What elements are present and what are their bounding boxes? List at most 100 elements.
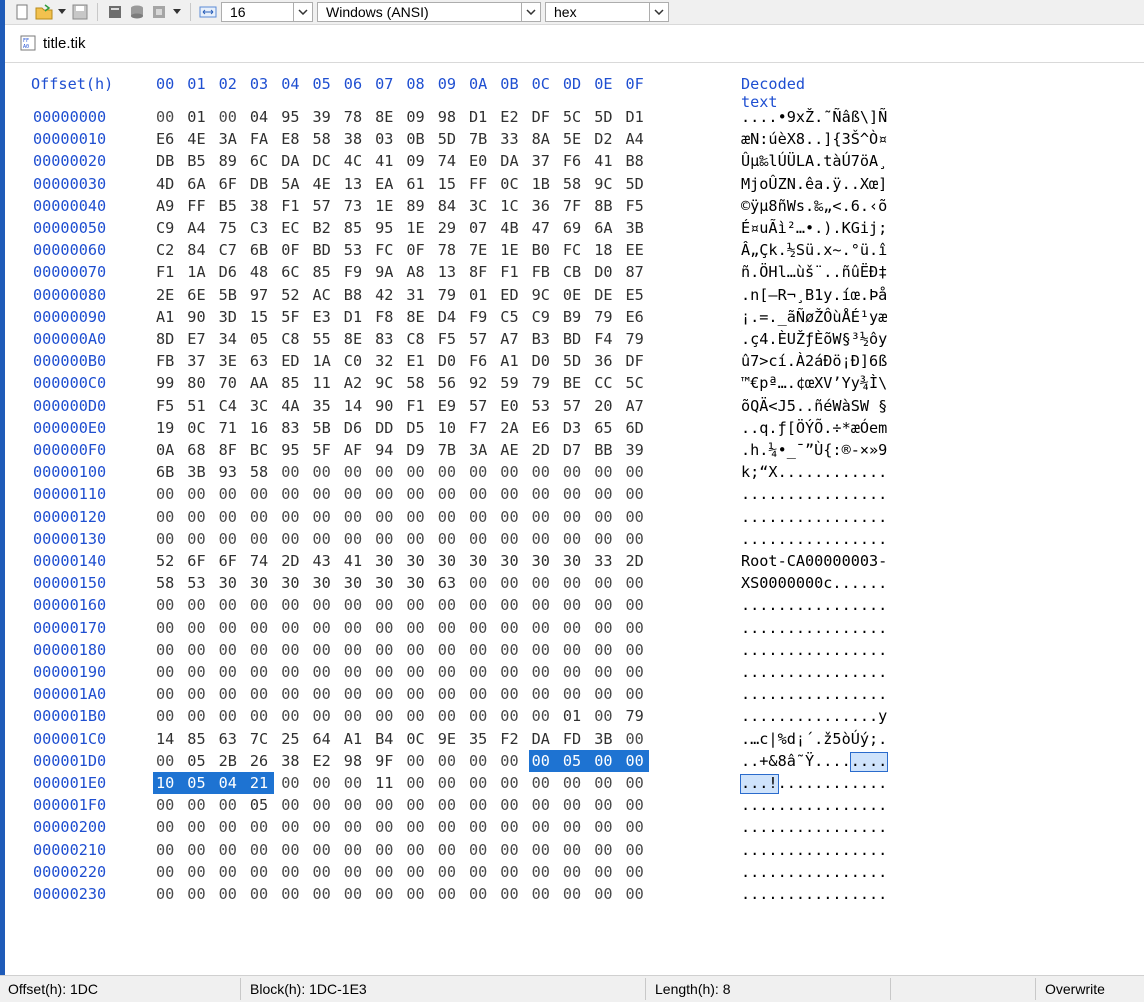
hex-byte[interactable]: 00	[375, 841, 397, 859]
hex-byte[interactable]: 00	[344, 863, 366, 881]
hex-byte[interactable]: 78	[438, 241, 460, 259]
hex-byte[interactable]: E0	[469, 152, 491, 170]
hex-byte[interactable]: 00	[313, 596, 335, 614]
hex-byte[interactable]: 5C	[626, 374, 648, 392]
hex-byte[interactable]: 00	[626, 841, 648, 859]
hex-byte[interactable]: 41	[375, 152, 397, 170]
hex-byte[interactable]: 00	[375, 863, 397, 881]
hex-byte[interactable]: 2D	[532, 441, 554, 459]
hex-byte[interactable]: 13	[438, 263, 460, 281]
hex-byte[interactable]: D0	[532, 352, 554, 370]
decoded-text[interactable]: ..q.ƒ[ÖÝÕ.÷*æÓem	[741, 419, 887, 437]
hex-byte[interactable]: 00	[500, 685, 522, 703]
hex-byte[interactable]: 52	[156, 552, 178, 570]
hex-byte[interactable]: 00	[344, 596, 366, 614]
hex-byte[interactable]: 00	[250, 707, 272, 725]
hex-byte[interactable]: 00	[594, 508, 616, 526]
hex-byte[interactable]: 00	[438, 841, 460, 859]
hex-byte[interactable]: 00	[563, 508, 585, 526]
hex-byte[interactable]: 00	[626, 752, 648, 770]
hex-byte[interactable]: 5E	[563, 130, 585, 148]
hex-byte[interactable]: 00	[156, 530, 178, 548]
hex-byte[interactable]: 00	[156, 863, 178, 881]
hex-byte[interactable]: FA	[250, 130, 272, 148]
hex-byte[interactable]: 00	[438, 707, 460, 725]
hex-byte[interactable]: 6F	[219, 175, 241, 193]
hex-byte[interactable]: D0	[594, 263, 616, 281]
hex-byte[interactable]: F1	[281, 197, 303, 215]
decoded-text[interactable]: ................	[741, 841, 887, 859]
hex-byte[interactable]: 00	[156, 485, 178, 503]
hex-row[interactable]: 00000050 C9 A4 75 C3 EC B2 85 95 1E 29 07 4B 47 69 6A 3B…	[5, 219, 1144, 241]
hex-byte[interactable]: 3A	[219, 130, 241, 148]
hex-byte[interactable]: 79	[594, 308, 616, 326]
hex-byte[interactable]: 00	[563, 485, 585, 503]
hex-byte[interactable]: 30	[281, 574, 303, 592]
hex-byte[interactable]: 00	[438, 752, 460, 770]
hex-byte[interactable]: 00	[219, 818, 241, 836]
hex-byte[interactable]: 00	[563, 774, 585, 792]
hex-byte[interactable]: 00	[281, 774, 303, 792]
hex-byte[interactable]: 19	[156, 419, 178, 437]
hex-byte[interactable]: 00	[281, 463, 303, 481]
hex-byte[interactable]: B2	[313, 219, 335, 237]
hex-byte[interactable]: 00	[219, 508, 241, 526]
hex-byte[interactable]: 00	[532, 841, 554, 859]
hex-byte[interactable]: 11	[375, 774, 397, 792]
hex-byte[interactable]: D6	[219, 263, 241, 281]
hex-byte[interactable]: 79	[626, 707, 648, 725]
hex-byte[interactable]: 9C	[532, 286, 554, 304]
decoded-text[interactable]: ™€pª….¢œXV’Yy¾Ì\	[741, 374, 887, 392]
chevron-down-icon[interactable]	[649, 3, 668, 21]
hex-byte[interactable]: 0C	[406, 730, 428, 748]
hex-byte[interactable]: FD	[563, 730, 585, 748]
hex-byte[interactable]: 00	[406, 663, 428, 681]
hex-byte[interactable]: 00	[313, 508, 335, 526]
hex-byte[interactable]: 05	[187, 752, 209, 770]
hex-byte[interactable]: 8B	[594, 197, 616, 215]
hex-byte[interactable]: 30	[469, 552, 491, 570]
hex-byte[interactable]: 00	[500, 841, 522, 859]
hex-byte[interactable]: 00	[438, 663, 460, 681]
hex-byte[interactable]: 00	[219, 530, 241, 548]
hex-byte[interactable]: 0E	[563, 286, 585, 304]
hex-byte[interactable]: E6	[156, 130, 178, 148]
hex-byte[interactable]: 63	[438, 574, 460, 592]
hex-byte[interactable]: 9A	[375, 263, 397, 281]
hex-byte[interactable]: F9	[469, 308, 491, 326]
hex-byte[interactable]: 84	[187, 241, 209, 259]
hex-byte[interactable]: E5	[626, 286, 648, 304]
hex-byte[interactable]: D1	[469, 108, 491, 126]
hex-byte[interactable]: 00	[532, 530, 554, 548]
hex-byte[interactable]: 00	[250, 663, 272, 681]
decoded-text[interactable]: ................	[741, 508, 887, 526]
hex-byte[interactable]: 2B	[219, 752, 241, 770]
hex-byte[interactable]: F1	[500, 263, 522, 281]
hex-row[interactable]: 000000C0 99 80 70 AA 85 11 A2 9C 58 56 92 59 79 BE CC 5C…	[5, 374, 1144, 396]
hex-byte[interactable]: 00	[626, 663, 648, 681]
hex-byte[interactable]: AA	[250, 374, 272, 392]
hex-byte[interactable]: 00	[469, 530, 491, 548]
hex-byte[interactable]: 00	[532, 485, 554, 503]
hex-byte[interactable]: 00	[438, 818, 460, 836]
hex-byte[interactable]: 00	[594, 463, 616, 481]
database-icon[interactable]	[128, 3, 146, 21]
hex-byte[interactable]: B9	[563, 308, 585, 326]
hex-byte[interactable]: 00	[532, 885, 554, 903]
hex-byte[interactable]: 00	[281, 485, 303, 503]
hex-byte[interactable]: 00	[219, 841, 241, 859]
hex-byte[interactable]: 38	[250, 197, 272, 215]
hex-byte[interactable]: 00	[406, 641, 428, 659]
hex-byte[interactable]: 75	[219, 219, 241, 237]
chevron-down-icon[interactable]	[293, 3, 312, 21]
hex-byte[interactable]: 05	[250, 796, 272, 814]
hex-byte[interactable]: 00	[563, 574, 585, 592]
hex-byte[interactable]: B5	[219, 197, 241, 215]
hex-byte[interactable]: 30	[219, 574, 241, 592]
decoded-text[interactable]: É¤uÃì²…•.).KGij;	[741, 219, 887, 237]
hex-byte[interactable]: E3	[313, 308, 335, 326]
hex-byte[interactable]: 4A	[281, 397, 303, 415]
hex-byte[interactable]: 1B	[532, 175, 554, 193]
hex-byte[interactable]: 3B	[626, 219, 648, 237]
hex-byte[interactable]: 15	[250, 308, 272, 326]
